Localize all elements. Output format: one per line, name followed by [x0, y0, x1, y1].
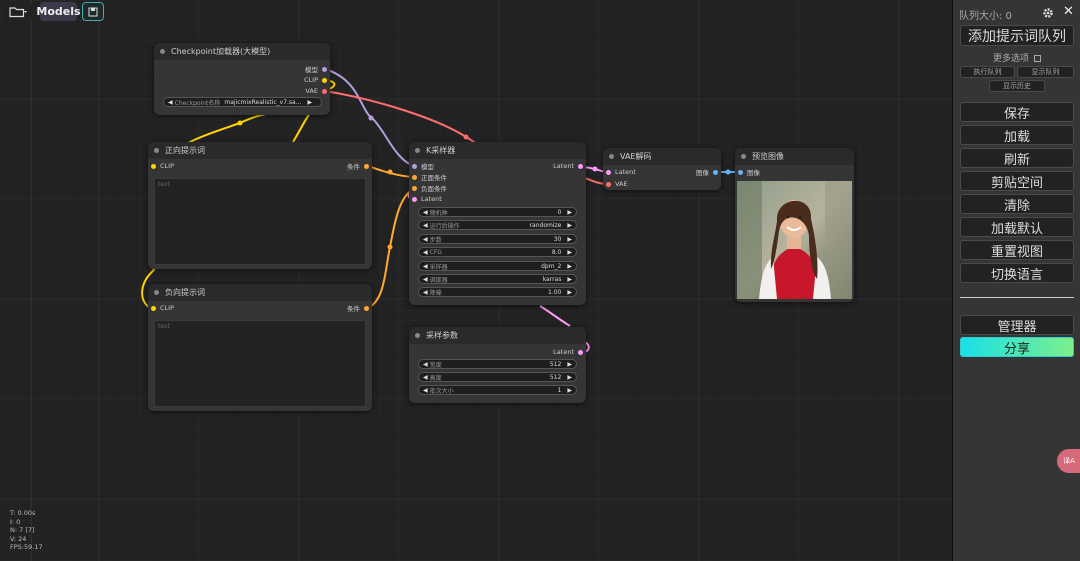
load-button[interactable]: 加载 — [960, 125, 1074, 145]
steps-widget[interactable]: ◀ 步数 30 ▶ — [418, 234, 577, 244]
node-title: 预览图像 — [735, 148, 854, 165]
floppy-disk-icon — [88, 7, 98, 16]
more-options-row[interactable]: 更多选项 — [953, 51, 1080, 64]
workflow-folder-button[interactable] — [3, 2, 33, 21]
gear-icon[interactable] — [1042, 7, 1054, 19]
render-stats: T: 0.00s I: 0 N: 7 [7] V: 24 FPS:59.17 — [10, 509, 43, 551]
switch-language-button[interactable]: 切换语言 — [960, 263, 1074, 283]
output-latent[interactable]: Latent — [553, 161, 583, 171]
height-widget[interactable]: ◀ 高度 512 ▶ — [418, 372, 577, 382]
queue-size-label: 队列大小: 0 — [959, 11, 1012, 22]
output-vae[interactable]: VAE — [305, 86, 327, 96]
show-queue-button[interactable]: 显示队列 — [1017, 66, 1074, 78]
node-title: 采样参数 — [409, 327, 586, 344]
batch-size-widget[interactable]: ◀ 批次大小 1 ▶ — [418, 385, 577, 395]
node-title: 负向提示词 — [148, 284, 372, 301]
negative-prompt-node[interactable]: 负向提示词 CLIP 条件 text — [148, 284, 372, 411]
output-latent[interactable]: Latent — [553, 347, 583, 357]
manager-button[interactable]: 管理器 — [960, 315, 1074, 335]
output-model[interactable]: 模型 — [305, 64, 327, 74]
input-vae[interactable]: VAE — [606, 179, 628, 189]
close-icon[interactable]: ✕ — [1063, 4, 1074, 19]
empty-latent-node[interactable]: 采样参数 Latent ◀ 宽度 512 ▶ ◀ 高度 512 ▶ ◀ 批次大小 1 ▶ — [409, 327, 586, 403]
clipspace-button[interactable]: 剪贴空间 — [960, 171, 1074, 191]
panel-divider — [960, 297, 1074, 298]
share-button[interactable]: 分享 — [960, 337, 1074, 357]
node-title: Checkpoint加载器(大模型) — [154, 43, 330, 60]
folder-icon — [9, 6, 27, 17]
output-conditioning[interactable]: 条件 — [347, 161, 369, 171]
input-negative[interactable]: 负面条件 — [412, 183, 447, 193]
checkpoint-name-combo[interactable]: ◀ Checkpoint名称 majicmixRealistic_v7.sa... ▶ — [163, 97, 322, 107]
vae-decode-node[interactable]: VAE解码 Latent VAE 图像 — [603, 148, 721, 190]
output-clip[interactable]: CLIP — [304, 75, 327, 85]
queue-prompt-button[interactable]: 添加提示词队列 — [960, 25, 1074, 46]
node-title: 正向提示词 — [148, 142, 372, 159]
models-button[interactable]: Models — [36, 2, 81, 21]
input-model[interactable]: 模型 — [412, 161, 434, 171]
cfg-widget[interactable]: ◀ CFG 8.0 ▶ — [418, 247, 577, 257]
wire-positive — [367, 165, 415, 178]
input-image[interactable]: 图像 — [738, 167, 760, 177]
wire-negative — [367, 188, 415, 309]
input-clip[interactable]: CLIP — [151, 303, 174, 313]
preview-image-node[interactable]: 预览图像 图像 — [735, 148, 854, 302]
checkpoint-loader-node[interactable]: Checkpoint加载器(大模型) 模型 CLIP VAE ◀ Checkpoi… — [154, 43, 330, 115]
refresh-button[interactable]: 刷新 — [960, 148, 1074, 168]
show-history-button[interactable]: 显示历史 — [989, 80, 1045, 92]
more-options-checkbox[interactable] — [1033, 55, 1041, 62]
positive-prompt-node[interactable]: 正向提示词 CLIP 条件 text — [148, 142, 372, 269]
prompt-text-area[interactable]: text — [154, 178, 366, 265]
ksampler-node[interactable]: K采样器 模型 正面条件 负面条件 Latent Latent ◀ 随机种 0 ▶ ◀… — [409, 142, 586, 305]
sampler-widget[interactable]: ◀ 采样器 dpm_2 ▶ — [418, 261, 577, 271]
scheduler-widget[interactable]: ◀ 调度器 karras ▶ — [418, 274, 577, 284]
node-canvas[interactable]: Models Checkpoint加载器(大模型) 模型 CLIP VAE ◀ C… — [0, 0, 952, 561]
width-widget[interactable]: ◀ 宽度 512 ▶ — [418, 359, 577, 369]
node-title: VAE解码 — [603, 148, 721, 165]
input-positive[interactable]: 正面条件 — [412, 172, 447, 182]
wire-vae — [324, 90, 467, 138]
translate-icon[interactable]: 译A — [1057, 449, 1080, 473]
denoise-widget[interactable]: ◀ 降噪 1.00 ▶ — [418, 287, 577, 297]
queue-side-panel: 队列大小: 0 ✕ 添加提示词队列 更多选项 执行队列 显示队列 显示历史 保存… — [952, 0, 1080, 561]
input-clip[interactable]: CLIP — [151, 161, 174, 171]
save-button[interactable]: 保存 — [960, 102, 1074, 122]
input-latent[interactable]: Latent — [412, 194, 442, 204]
prompt-text-area[interactable]: text — [154, 320, 366, 407]
input-latent[interactable]: Latent — [606, 167, 636, 177]
view-queue-button[interactable]: 执行队列 — [960, 66, 1015, 78]
canvas-guide-line — [31, 0, 32, 561]
output-conditioning[interactable]: 条件 — [347, 303, 369, 313]
control-after-generate-widget[interactable]: ◀ 运行后操作 randomize ▶ — [418, 220, 577, 230]
seed-widget[interactable]: ◀ 随机种 0 ▶ — [418, 207, 577, 217]
output-image[interactable]: 图像 — [696, 167, 718, 177]
load-default-button[interactable]: 加载默认 — [960, 217, 1074, 237]
node-title: K采样器 — [409, 142, 586, 159]
save-workflow-button[interactable] — [82, 2, 104, 21]
reset-view-button[interactable]: 重置视图 — [960, 240, 1074, 260]
clear-button[interactable]: 清除 — [960, 194, 1074, 214]
wire-empty-latent — [539, 305, 571, 327]
preview-image[interactable] — [737, 181, 852, 299]
